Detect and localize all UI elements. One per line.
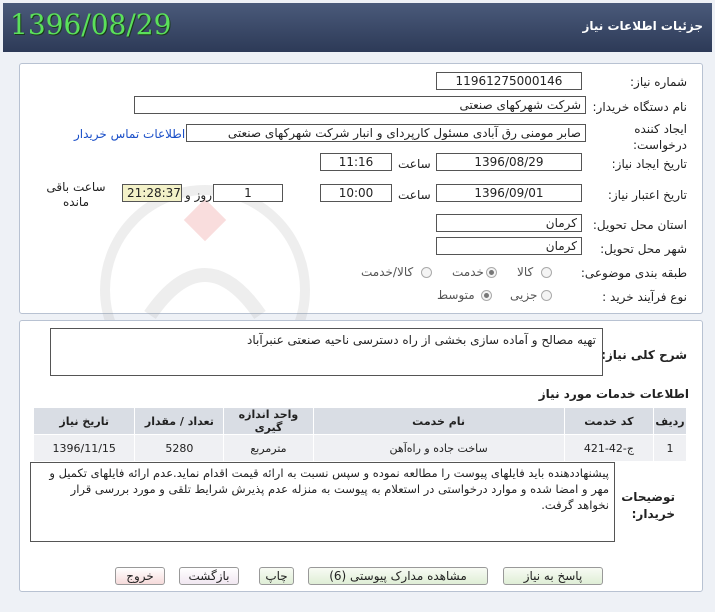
view-attachments-button[interactable]: مشاهده مدارک پیوستی (6)	[308, 567, 488, 585]
cell-row: 1	[653, 434, 687, 462]
buyer-org-label: نام دستگاه خریدار:	[592, 100, 688, 114]
category-label: طبقه بندی موضوعی:	[580, 266, 687, 280]
services-title: اطلاعات خدمات مورد نیاز	[538, 387, 689, 401]
days-label: روز و	[185, 188, 212, 202]
notes-box: پیشنهاددهنده باید فایلهای پیوست را مطالع…	[30, 462, 615, 542]
valid-time-field: 10:00	[320, 184, 392, 202]
category-option-goods-service: کالا/خدمت	[361, 265, 414, 279]
table-row: 1 ج-42-421 ساخت جاده و راه‌آهن مترمربع 5…	[32, 434, 687, 462]
col-row: ردیف	[653, 407, 687, 435]
city-field: کرمان	[436, 237, 582, 255]
col-service-name: نام خدمت	[312, 407, 565, 435]
col-quantity: تعداد / مقدار	[134, 407, 225, 435]
page-title: جزئیات اطلاعات نیاز	[582, 19, 703, 33]
remaining-days-field: 1	[213, 184, 283, 202]
remaining-label: ساعت باقی	[46, 180, 106, 194]
created-date-field: 1396/08/29	[436, 153, 582, 171]
exit-button[interactable]: خروج	[115, 567, 165, 585]
category-radio-goods-service[interactable]	[421, 267, 432, 278]
valid-time-label: ساعت	[398, 188, 431, 202]
need-number-field: 11961275000146	[436, 72, 582, 90]
process-radio-minor[interactable]	[541, 290, 552, 301]
col-unit: واحد اندازه گیری	[223, 407, 314, 435]
category-radio-service[interactable]	[486, 267, 497, 278]
buyer-contact-link[interactable]: اطلاعات تماس خریدار	[74, 127, 185, 141]
process-option-medium: متوسط	[437, 288, 475, 302]
category-radio-goods[interactable]	[541, 267, 552, 278]
col-service-code: کد خدمت	[563, 407, 655, 435]
need-number-label: شماره نیاز:	[630, 75, 687, 89]
description-box: تهیه مصالح و آماده سازی بخشی از راه دستر…	[50, 328, 603, 376]
col-need-date: تاریخ نیاز	[32, 407, 136, 435]
category-option-service: خدمت	[452, 265, 484, 279]
services-table: ردیف کد خدمت نام خدمت واحد اندازه گیری ت…	[32, 407, 687, 462]
cell-service-code: ج-42-421	[563, 434, 655, 462]
province-field: کرمان	[436, 214, 582, 232]
cell-quantity: 5280	[134, 434, 225, 462]
created-date-label: تاریخ ایجاد نیاز:	[611, 157, 687, 171]
cell-service-name: ساخت جاده و راه‌آهن	[312, 434, 565, 462]
description-label: شرح کلی نیاز:	[601, 348, 687, 362]
valid-date-field: 1396/09/01	[436, 184, 582, 202]
process-radio-medium[interactable]	[481, 290, 492, 301]
notes-label-2: خریدار:	[631, 507, 675, 521]
cell-unit: مترمربع	[223, 434, 314, 462]
back-button[interactable]: بازگشت	[179, 567, 239, 585]
creator-field: صابر مومنی رق آبادی مسئول کارپردای و انب…	[186, 124, 586, 142]
created-time-field: 11:16	[320, 153, 392, 171]
process-option-minor: جزیی	[510, 288, 538, 302]
reply-button[interactable]: پاسخ به نیاز	[503, 567, 603, 585]
creator-label-2: درخواست:	[633, 138, 687, 152]
creator-label: ایجاد کننده	[634, 122, 687, 136]
remaining-time-field: 21:28:37	[122, 184, 182, 202]
cell-need-date: 1396/11/15	[32, 434, 136, 462]
created-time-label: ساعت	[398, 157, 431, 171]
services-header-row: ردیف کد خدمت نام خدمت واحد اندازه گیری ت…	[32, 407, 687, 435]
valid-date-label: تاریخ اعتبار نیاز:	[607, 188, 687, 202]
buyer-org-field: شرکت شهرکهای صنعتی	[134, 96, 586, 114]
notes-label: توضیحات	[621, 490, 675, 504]
category-option-goods: کالا	[517, 265, 534, 279]
process-label: نوع فرآیند خرید :	[602, 290, 687, 304]
remaining-label-2: مانده	[62, 195, 89, 209]
print-button[interactable]: چاپ	[259, 567, 294, 585]
province-label: استان محل تحویل:	[592, 218, 687, 232]
date-stamp: 1396/08/29	[10, 8, 172, 41]
city-label: شهر محل تحویل:	[600, 242, 687, 256]
